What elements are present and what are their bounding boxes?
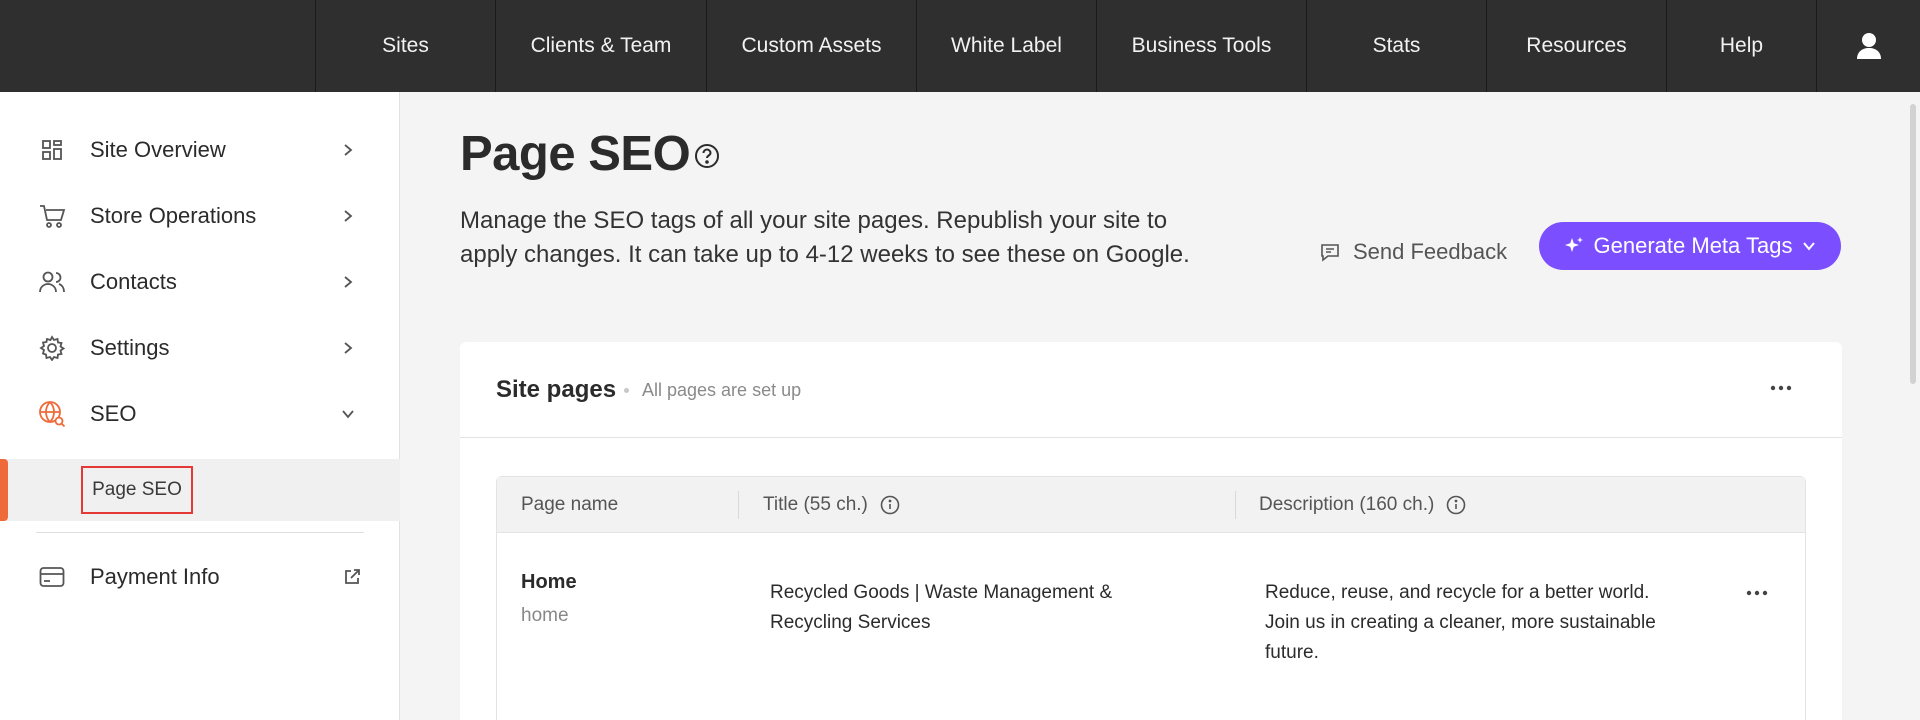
sidebar-divider xyxy=(36,532,364,533)
more-options-icon[interactable] xyxy=(1742,583,1772,603)
gear-icon xyxy=(38,334,66,362)
table-header: Page name Title (55 ch.) Description (16… xyxy=(497,477,1805,533)
chevron-right-icon xyxy=(338,206,358,226)
sidebar-item-label: SEO xyxy=(90,401,137,426)
brand-area xyxy=(0,0,316,92)
send-feedback-label: Send Feedback xyxy=(1353,239,1508,264)
main-content: Page SEO Manage the SEO tags of all your… xyxy=(401,92,1920,720)
more-options-icon[interactable] xyxy=(1766,378,1796,398)
grid-icon xyxy=(38,136,66,164)
send-feedback-button[interactable]: Send Feedback xyxy=(1319,232,1507,272)
site-pages-table: Page name Title (55 ch.) Description (16… xyxy=(496,476,1806,720)
chevron-right-icon xyxy=(338,338,358,358)
nav-help[interactable]: Help xyxy=(1667,0,1817,92)
page-title: Page SEO xyxy=(460,127,691,181)
nav-white-label[interactable]: White Label xyxy=(917,0,1097,92)
page-description: Manage the SEO tags of all your site pag… xyxy=(460,207,1190,268)
people-icon xyxy=(38,268,66,296)
sidebar-item-label: Site Overview xyxy=(90,137,226,162)
active-indicator xyxy=(0,459,8,521)
sidebar-subitem-page-seo[interactable]: Page SEO xyxy=(0,459,400,521)
scrollbar[interactable] xyxy=(1910,104,1916,384)
card-status: All pages are set up xyxy=(642,380,802,400)
sidebar-item-label: Contacts xyxy=(90,269,177,294)
info-icon[interactable] xyxy=(1446,495,1466,515)
sidebar-item-label: Payment Info xyxy=(90,564,220,589)
column-header-description: Description (160 ch.) xyxy=(1259,477,1466,533)
generate-meta-tags-button[interactable]: Generate Meta Tags xyxy=(1539,222,1841,270)
column-divider xyxy=(1235,491,1236,519)
sidebar-item-store-operations[interactable]: Store Operations xyxy=(0,183,400,249)
column-divider xyxy=(738,491,739,519)
column-header-page-name: Page name xyxy=(521,494,619,515)
user-icon xyxy=(1856,33,1881,59)
external-link-icon xyxy=(342,567,362,587)
help-icon[interactable] xyxy=(693,142,721,170)
page-slug: home xyxy=(521,605,569,626)
chevron-right-icon xyxy=(338,140,358,160)
chevron-right-icon xyxy=(338,272,358,292)
globe-search-icon xyxy=(38,400,66,428)
nav-resources[interactable]: Resources xyxy=(1487,0,1667,92)
chevron-down-icon xyxy=(338,404,358,424)
sparkle-icon xyxy=(1564,237,1583,252)
info-icon[interactable] xyxy=(880,495,900,515)
nav-stats[interactable]: Stats xyxy=(1307,0,1487,92)
card-title: Site pages xyxy=(496,376,617,403)
page-name: Home xyxy=(521,571,577,593)
nav-custom-assets[interactable]: Custom Assets xyxy=(707,0,917,92)
column-header-title: Title (55 ch.) xyxy=(763,477,900,533)
chevron-down-icon xyxy=(1803,242,1816,251)
sidebar-item-site-overview[interactable]: Site Overview xyxy=(0,117,400,183)
sidebar-item-seo[interactable]: SEO xyxy=(0,381,400,447)
sidebar-item-contacts[interactable]: Contacts xyxy=(0,249,400,315)
chat-icon xyxy=(1321,244,1339,262)
page-description-value[interactable]: Reduce, reuse, and recycle for a better … xyxy=(1265,578,1656,668)
credit-card-icon xyxy=(38,563,66,591)
nav-business-tools[interactable]: Business Tools xyxy=(1097,0,1307,92)
generate-meta-tags-label: Generate Meta Tags xyxy=(1593,233,1793,258)
separator-dot xyxy=(624,388,629,393)
card-header: Site pages All pages are set up xyxy=(460,342,1842,438)
sidebar-item-label: Store Operations xyxy=(90,203,257,228)
page-title-value[interactable]: Recycled Goods | Waste Management & Recy… xyxy=(770,578,1112,638)
sidebar: Site Overview Store Operations Contacts … xyxy=(0,92,400,720)
site-pages-card: Site pages All pages are set up Page nam… xyxy=(460,342,1842,720)
nav-sites[interactable]: Sites xyxy=(316,0,496,92)
sidebar-subitem-label: Page SEO xyxy=(81,466,193,514)
sidebar-item-settings[interactable]: Settings xyxy=(0,315,400,381)
nav-clients-team[interactable]: Clients & Team xyxy=(496,0,707,92)
sidebar-item-label: Settings xyxy=(90,335,170,360)
user-account-button[interactable] xyxy=(1817,0,1920,92)
cart-icon xyxy=(38,202,66,230)
top-nav: Sites Clients & Team Custom Assets White… xyxy=(0,0,1920,92)
sidebar-item-payment-info[interactable]: Payment Info xyxy=(0,544,400,610)
